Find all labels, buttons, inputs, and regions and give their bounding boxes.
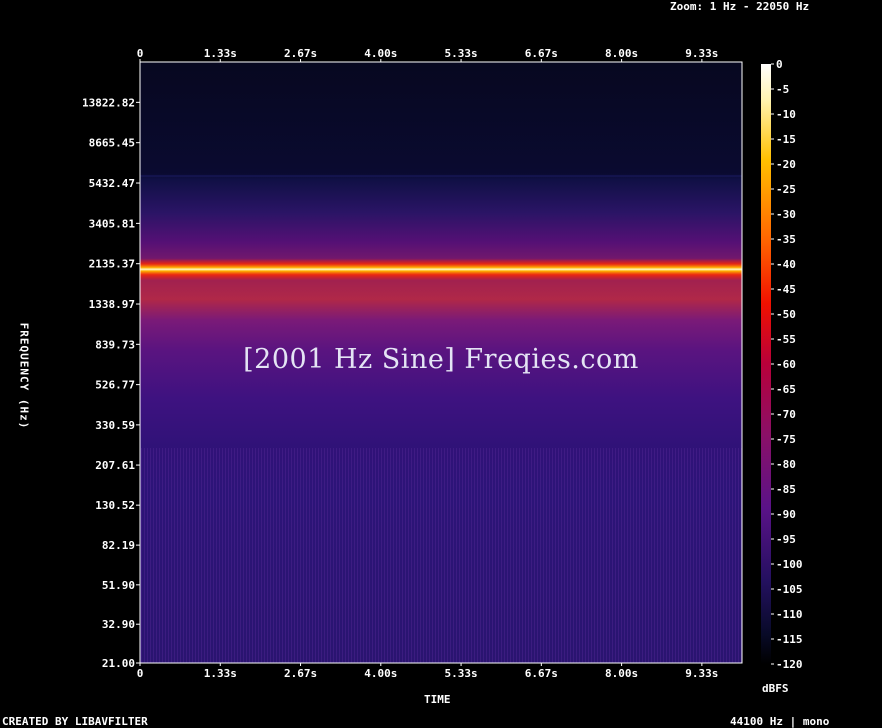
y-tick-label: 82.19 — [102, 539, 135, 552]
colorbar-tick-label: -30 — [776, 208, 796, 221]
colorbar-tick-label: -80 — [776, 458, 796, 471]
x-tick-label-bottom: 9.33s — [685, 667, 718, 680]
y-tick-label: 839.73 — [95, 338, 135, 351]
x-tick-label-top: 0 — [137, 47, 144, 60]
y-tick-label: 207.61 — [95, 459, 135, 472]
low-frequency-noise — [140, 448, 742, 663]
colorbar-tick-label: -65 — [776, 383, 796, 396]
y-axis: 21.00 32.90 51.90 82.19 130.52 207.61 330.59 52… — [82, 96, 140, 670]
x-tick-label-top: 5.33s — [445, 47, 478, 60]
colorbar-tick-label: -15 — [776, 133, 796, 146]
colorbar-tick-label: -20 — [776, 158, 796, 171]
colorbar-tick-label: -55 — [776, 333, 796, 346]
colorbar-tick-label: -10 — [776, 108, 796, 121]
x-tick-label-bottom: 1.33s — [204, 667, 237, 680]
colorbar-tick-label: -110 — [776, 608, 803, 621]
colorbar-tick-label: -40 — [776, 258, 796, 271]
colorbar-tick-label: -60 — [776, 358, 796, 371]
x-tick-label-top: 8.00s — [605, 47, 638, 60]
x-axis-title: TIME — [424, 693, 451, 706]
colorbar-tick-label: -50 — [776, 308, 796, 321]
x-tick-label-bottom: 2.67s — [284, 667, 317, 680]
colorbar-tick-label: -100 — [776, 558, 803, 571]
colorbar-tick-label: -85 — [776, 483, 796, 496]
y-axis-title: FREQUENCY (Hz) — [17, 322, 31, 430]
colorbar — [761, 64, 771, 664]
colorbar-tick-label: -120 — [776, 658, 803, 671]
x-tick-label-bottom: 4.00s — [364, 667, 397, 680]
y-tick-label: 330.59 — [95, 419, 135, 432]
x-tick-label-top: 4.00s — [364, 47, 397, 60]
x-tick-label-bottom: 0 — [137, 667, 144, 680]
colorbar-tick-label: 0 — [776, 58, 783, 71]
colorbar-tick-label: -45 — [776, 283, 796, 296]
x-tick-label-bottom: 8.00s — [605, 667, 638, 680]
sample-info-label: 44100 Hz | mono — [730, 715, 830, 728]
x-axis-top: 0 1.33s 2.67s 4.00s 5.33s 6.67s 8.00s 9.33s — [137, 47, 718, 62]
y-tick-label: 526.77 — [95, 379, 135, 392]
x-tick-label-top: 6.67s — [525, 47, 558, 60]
colorbar-tick-label: -95 — [776, 533, 796, 546]
y-tick-label: 130.52 — [95, 499, 135, 512]
y-tick-label: 13822.82 — [82, 96, 135, 109]
colorbar-tick-label: -90 — [776, 508, 796, 521]
colorbar-ticks: 0 -5 -10 -15 -20 -25 -30 -35 -40 -45 -50 -55 -60 -65 -… — [771, 58, 803, 671]
y-tick-label: 1338.97 — [89, 298, 135, 311]
colorbar-tick-label: -75 — [776, 433, 796, 446]
y-tick-label: 21.00 — [102, 657, 135, 670]
x-tick-label-bottom: 6.67s — [525, 667, 558, 680]
colorbar-tick-label: -25 — [776, 183, 796, 196]
colorbar-tick-label: -5 — [776, 83, 789, 96]
x-tick-label-bottom: 5.33s — [445, 667, 478, 680]
y-tick-label: 2135.37 — [89, 258, 135, 271]
y-tick-label: 3405.81 — [89, 217, 136, 230]
x-axis-bottom: 0 1.33s 2.67s 4.00s 5.33s 6.67s 8.00s 9.33s — [137, 663, 718, 680]
colorbar-tick-label: -115 — [776, 633, 803, 646]
x-tick-label-top: 2.67s — [284, 47, 317, 60]
colorbar-tick-label: -35 — [776, 233, 796, 246]
y-tick-label: 32.90 — [102, 618, 135, 631]
x-tick-label-top: 1.33s — [204, 47, 237, 60]
y-tick-label: 8665.45 — [89, 137, 135, 150]
created-by-label: CREATED BY LIBAVFILTER — [2, 715, 148, 728]
y-tick-label: 5432.47 — [89, 177, 135, 190]
colorbar-tick-label: -105 — [776, 583, 803, 596]
watermark-text: [2001 Hz Sine] Freqies.com — [243, 344, 639, 375]
colorbar-tick-label: -70 — [776, 408, 796, 421]
sine-tone-line — [140, 258, 742, 281]
colorbar-label: dBFS — [762, 682, 789, 695]
y-tick-label: 51.90 — [102, 579, 135, 592]
x-tick-label-top: 9.33s — [685, 47, 718, 60]
